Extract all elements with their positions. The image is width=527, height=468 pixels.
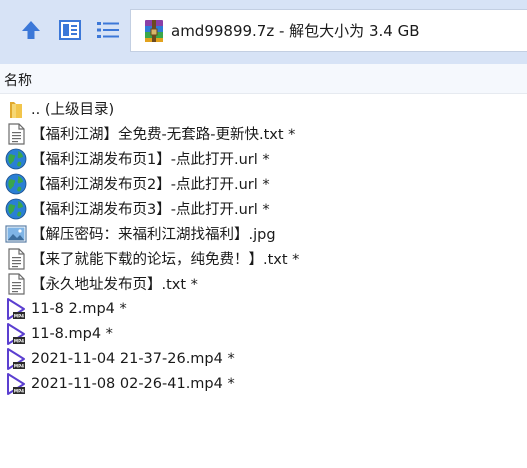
- video-file-icon: MP4: [4, 322, 28, 346]
- file-row[interactable]: MP4 11-8 2.mp4 *: [0, 296, 527, 321]
- toolbar: amd99899.7z - 解包大小为 3.4 GB: [0, 0, 527, 64]
- text-file-icon: [4, 122, 28, 146]
- text-file-icon: [4, 272, 28, 296]
- file-name: 【福利江湖】全免费-无套路-更新快.txt *: [31, 127, 296, 143]
- address-bar[interactable]: amd99899.7z - 解包大小为 3.4 GB: [130, 9, 527, 52]
- svg-text:MP4: MP4: [14, 388, 24, 393]
- text-file-icon: [4, 247, 28, 271]
- file-row[interactable]: 【解压密码：来福利江湖找福利】.jpg: [0, 221, 527, 246]
- file-name: 【福利江湖发布页2】-点此打开.url *: [31, 177, 270, 193]
- video-file-icon: MP4: [4, 372, 28, 396]
- file-row[interactable]: 【永久地址发布页】.txt *: [0, 271, 527, 296]
- svg-text:MP4: MP4: [14, 313, 24, 318]
- archive-window: amd99899.7z - 解包大小为 3.4 GB 名称 .. (上级目录) 【…: [0, 0, 527, 468]
- file-row[interactable]: 【来了就能下载的论坛，纯免费！】.txt *: [0, 246, 527, 271]
- globe-url-icon: [4, 197, 28, 221]
- list-view-icon[interactable]: [95, 17, 121, 43]
- file-name: 【解压密码：来福利江湖找福利】.jpg: [31, 227, 276, 243]
- file-name: 11-8 2.mp4 *: [31, 300, 127, 317]
- file-row[interactable]: .. (上级目录): [0, 96, 527, 121]
- file-name: 11-8.mp4 *: [31, 325, 113, 342]
- svg-text:MP4: MP4: [14, 338, 24, 343]
- winrar-archive-icon: [143, 18, 165, 44]
- archive-path-text: amd99899.7z - 解包大小为 3.4 GB: [171, 22, 420, 40]
- file-list: .. (上级目录) 【福利江湖】全免费-无套路-更新快.txt * 【福利江湖发布页…: [0, 96, 527, 396]
- name-column-header[interactable]: 名称: [4, 70, 32, 90]
- image-file-icon: [4, 222, 28, 246]
- file-name: 【永久地址发布页】.txt *: [31, 277, 198, 293]
- column-header: 名称: [0, 64, 527, 94]
- up-arrow-icon[interactable]: [18, 17, 44, 43]
- video-file-icon: MP4: [4, 347, 28, 371]
- globe-url-icon: [4, 172, 28, 196]
- file-name: 2021-11-08 02-26-41.mp4 *: [31, 375, 235, 392]
- file-name: 【福利江湖发布页1】-点此打开.url *: [31, 152, 270, 168]
- file-row[interactable]: MP4 2021-11-04 21-37-26.mp4 *: [0, 346, 527, 371]
- file-row[interactable]: MP4 11-8.mp4 *: [0, 321, 527, 346]
- file-row[interactable]: 【福利江湖发布页2】-点此打开.url *: [0, 171, 527, 196]
- file-row[interactable]: 【福利江湖发布页3】-点此打开.url *: [0, 196, 527, 221]
- file-row[interactable]: 【福利江湖发布页1】-点此打开.url *: [0, 146, 527, 171]
- file-row[interactable]: 【福利江湖】全免费-无套路-更新快.txt *: [0, 121, 527, 146]
- svg-text:MP4: MP4: [14, 363, 24, 368]
- folder-icon: [4, 97, 28, 121]
- file-name: 【来了就能下载的论坛，纯免费！】.txt *: [31, 252, 300, 268]
- globe-url-icon: [4, 147, 28, 171]
- file-name: .. (上级目录): [31, 102, 115, 118]
- file-row[interactable]: MP4 2021-11-08 02-26-41.mp4 *: [0, 371, 527, 396]
- video-file-icon: MP4: [4, 297, 28, 321]
- view-mode-icon[interactable]: [57, 17, 83, 43]
- file-name: 【福利江湖发布页3】-点此打开.url *: [31, 202, 270, 218]
- file-name: 2021-11-04 21-37-26.mp4 *: [31, 350, 235, 367]
